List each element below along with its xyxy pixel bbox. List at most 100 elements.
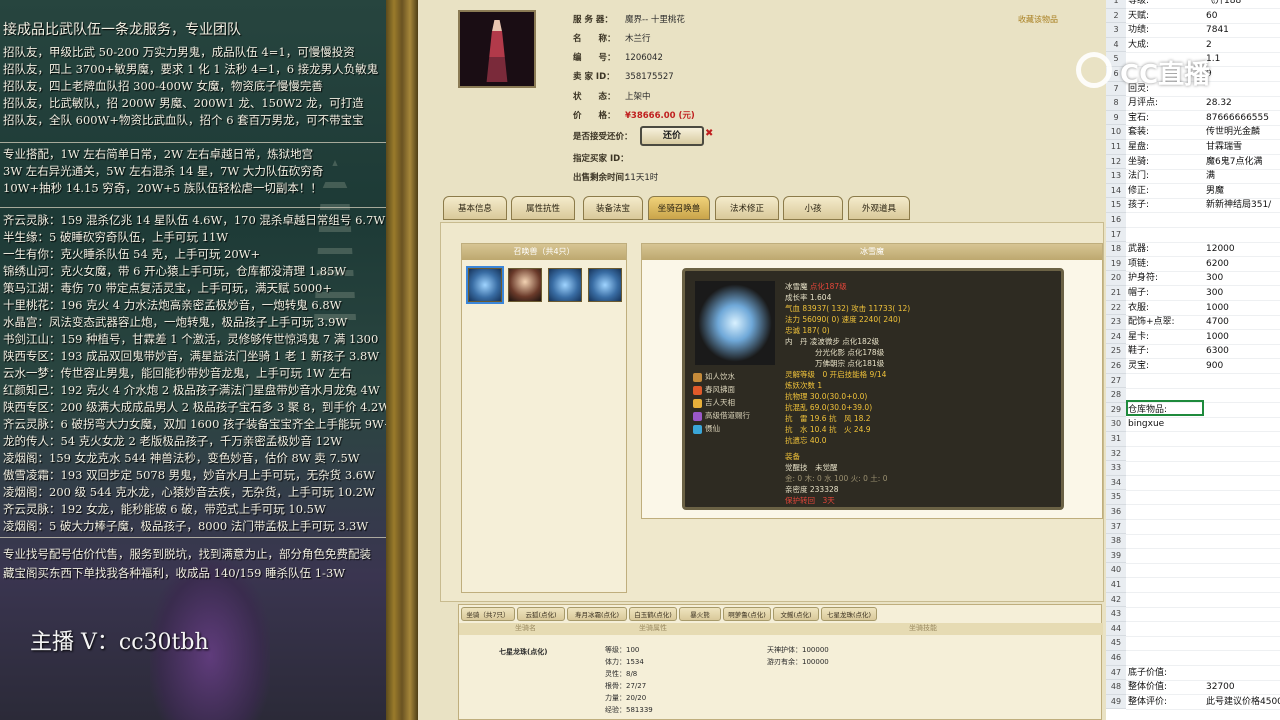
cell-b[interactable]: 等级: xyxy=(1128,0,1149,9)
info-row: 状 态： 上架中 xyxy=(573,90,651,102)
cell-b[interactable]: 武器: xyxy=(1128,242,1149,257)
recruit-line: 龙的传人：54 克火女龙 2 老版极品孩子，千万亲密孟极妙音 12W xyxy=(3,434,343,448)
cell-c[interactable]: 1000 xyxy=(1206,330,1229,345)
pet-intimacy: 亲密度 233328 xyxy=(785,485,839,494)
mount-tab[interactable]: 坐骑（共7只） xyxy=(461,607,515,621)
cell-b[interactable]: 整体评价: xyxy=(1128,695,1167,710)
mount-tab[interactable]: 啊萝鲁(点化) xyxy=(723,607,771,621)
row-number: 24 xyxy=(1106,329,1126,345)
row-number: 2 xyxy=(1106,8,1126,24)
mount-tab[interactable]: 寿月冰霜(点化) xyxy=(567,607,627,621)
skill-name: 高级借道赐行 xyxy=(705,411,750,420)
cell-b[interactable]: 整体价值: xyxy=(1128,680,1167,695)
cell-c[interactable]: 32700 xyxy=(1206,680,1235,695)
cell-c[interactable]: 魔6鬼7点化满 xyxy=(1206,155,1262,170)
summon-icon-1[interactable] xyxy=(466,266,504,304)
summon-icon-2[interactable] xyxy=(508,268,542,302)
cell-b[interactable]: 套装: xyxy=(1128,125,1149,140)
grid-line xyxy=(1126,387,1280,389)
cell-c[interactable]: 87666666555 xyxy=(1206,111,1269,126)
spreadsheet: 1 等级: 飞升188 2 天赋: 60 3 功绩: 7841 4 大成: 2 5 1.1 6 9 7 回灵: 8 月… xyxy=(1106,0,1280,720)
skill-icon xyxy=(693,398,702,408)
cell-b[interactable]: 鞋子: xyxy=(1128,344,1149,359)
cell-b[interactable]: 宝石: xyxy=(1128,111,1149,126)
cell-c[interactable]: 900 xyxy=(1206,359,1223,374)
cell-c[interactable]: 60 xyxy=(1206,9,1217,24)
cell-c[interactable]: 300 xyxy=(1206,271,1223,286)
cell-c[interactable]: 6300 xyxy=(1206,344,1229,359)
cell-b[interactable]: 配饰+点翠: xyxy=(1128,315,1175,330)
cell-b[interactable]: 法门: xyxy=(1128,169,1149,184)
pet-image xyxy=(695,281,775,365)
tab-4[interactable]: 坐骑召唤兽 xyxy=(648,196,710,220)
cell-b[interactable]: 灵宝: xyxy=(1128,359,1149,374)
selected-cell[interactable] xyxy=(1126,400,1204,416)
cell-c[interactable]: 6200 xyxy=(1206,257,1229,272)
row-number: 11 xyxy=(1106,140,1126,155)
cell-b[interactable]: 孩子: xyxy=(1128,198,1149,213)
cell-b[interactable]: 功绩: xyxy=(1128,23,1149,38)
row-number: 40 xyxy=(1106,563,1126,578)
row-number: 42 xyxy=(1106,592,1126,608)
info-key: 编 号： xyxy=(573,53,616,63)
cell-b[interactable]: 帽子: xyxy=(1128,286,1149,301)
cell-c[interactable]: 300 xyxy=(1206,286,1223,301)
counter-offer-button[interactable]: 还价 xyxy=(640,126,704,146)
mount-tab[interactable]: 暴火熊 xyxy=(679,607,721,621)
cell-b[interactable]: 坐骑: xyxy=(1128,155,1149,170)
cell-c[interactable]: 满 xyxy=(1206,169,1215,184)
cc-live-logo: CC直播 xyxy=(1070,50,1270,92)
stream-info-panel: 接成品比武队伍一条龙服务，专业团队 招队友，甲级比武 50-200 万实力男鬼，成… xyxy=(0,0,386,720)
cell-b[interactable]: 底子价值: xyxy=(1128,666,1167,681)
close-icon[interactable]: ✖ xyxy=(705,128,713,139)
cell-c[interactable]: 传世明光金麟 xyxy=(1206,125,1260,140)
tab-5[interactable]: 法术修正 xyxy=(715,196,779,220)
cell-b[interactable]: 星盘: xyxy=(1128,140,1149,155)
pet-panel: 召唤兽（共4只） 冰雪魔 冰雪魔 点化187级 成长率 1.604 气血 839… xyxy=(440,222,1104,602)
cell-b[interactable]: 衣服: xyxy=(1128,301,1149,316)
cell-b[interactable]: 项链: xyxy=(1128,257,1149,272)
info-key: 卖 家 ID： xyxy=(573,72,615,82)
tab-7[interactable]: 外观道具 xyxy=(848,196,910,220)
pet-inner2: 分光化影 点化178级 xyxy=(815,348,885,357)
row-number: 38 xyxy=(1106,534,1126,549)
cell-b[interactable]: 月评点: xyxy=(1128,96,1158,111)
favorite-link[interactable]: 收藏该物品 xyxy=(1018,14,1058,25)
skill-icon xyxy=(693,411,702,421)
mount-tab[interactable]: 云狐(点化) xyxy=(517,607,565,621)
cell-c[interactable]: 12000 xyxy=(1206,242,1235,257)
summon-icon-3[interactable] xyxy=(548,268,582,302)
cell-b[interactable]: 修正: xyxy=(1128,184,1149,199)
cell-b[interactable]: 星卡: xyxy=(1128,330,1149,345)
cell-b[interactable]: 护身符: xyxy=(1128,271,1158,286)
cell-c[interactable]: 新新神结局351/ xyxy=(1206,198,1271,213)
recruit-line: 招队友，比武敏队，招 200W 男魔、200W1 龙、150W2 龙，可打造 xyxy=(3,96,364,110)
cell-b[interactable]: 天赋: xyxy=(1128,9,1149,24)
tab-6[interactable]: 小孩 xyxy=(783,196,843,220)
cell-c[interactable]: 1000 xyxy=(1206,301,1229,316)
cell-b[interactable]: bingxue xyxy=(1128,417,1164,432)
cell-c[interactable]: 此号建议价格4500左 xyxy=(1206,695,1280,710)
tab-3[interactable]: 装备法宝 xyxy=(583,196,643,220)
summon-icon-4[interactable] xyxy=(588,268,622,302)
mount-stat: 等级：100 xyxy=(605,646,640,654)
cell-c[interactable]: 4700 xyxy=(1206,315,1229,330)
tab-2[interactable]: 属性抗性 xyxy=(511,196,575,220)
cell-c[interactable]: 男魔 xyxy=(1206,184,1224,199)
cell-c[interactable]: 飞升188 xyxy=(1206,0,1241,9)
recruit-line: 凌烟阁：5 破大力棒子魔，极品孩子，8000 法门带孟极上手可玩 3.3W xyxy=(3,519,369,533)
pet-skill: 慑仙 xyxy=(693,423,720,434)
recruit-line: 陕西专区：193 成品双回鬼带妙音，满星益法门坐骑 1 老 1 新孩子 3.8W xyxy=(3,349,380,363)
mount-tab[interactable]: 白玉鹤(点化) xyxy=(629,607,677,621)
mount-tab[interactable]: 七星龙珠(点化) xyxy=(821,607,877,621)
cell-c[interactable]: 7841 xyxy=(1206,23,1229,38)
row-number: 17 xyxy=(1106,227,1126,243)
tab-1[interactable]: 基本信息 xyxy=(443,196,507,220)
mount-tab[interactable]: 文鳐(点化) xyxy=(773,607,819,621)
cell-c[interactable]: 28.32 xyxy=(1206,96,1232,111)
cell-c[interactable]: 甘霖瑞雪 xyxy=(1206,140,1242,155)
row-number: 29 xyxy=(1106,402,1126,418)
info-row: 出售剩余时间：11天1时 xyxy=(573,171,658,183)
pet-res5: 抗遗忘 40.0 xyxy=(785,436,827,445)
skill-name: 如人饮水 xyxy=(705,372,735,381)
